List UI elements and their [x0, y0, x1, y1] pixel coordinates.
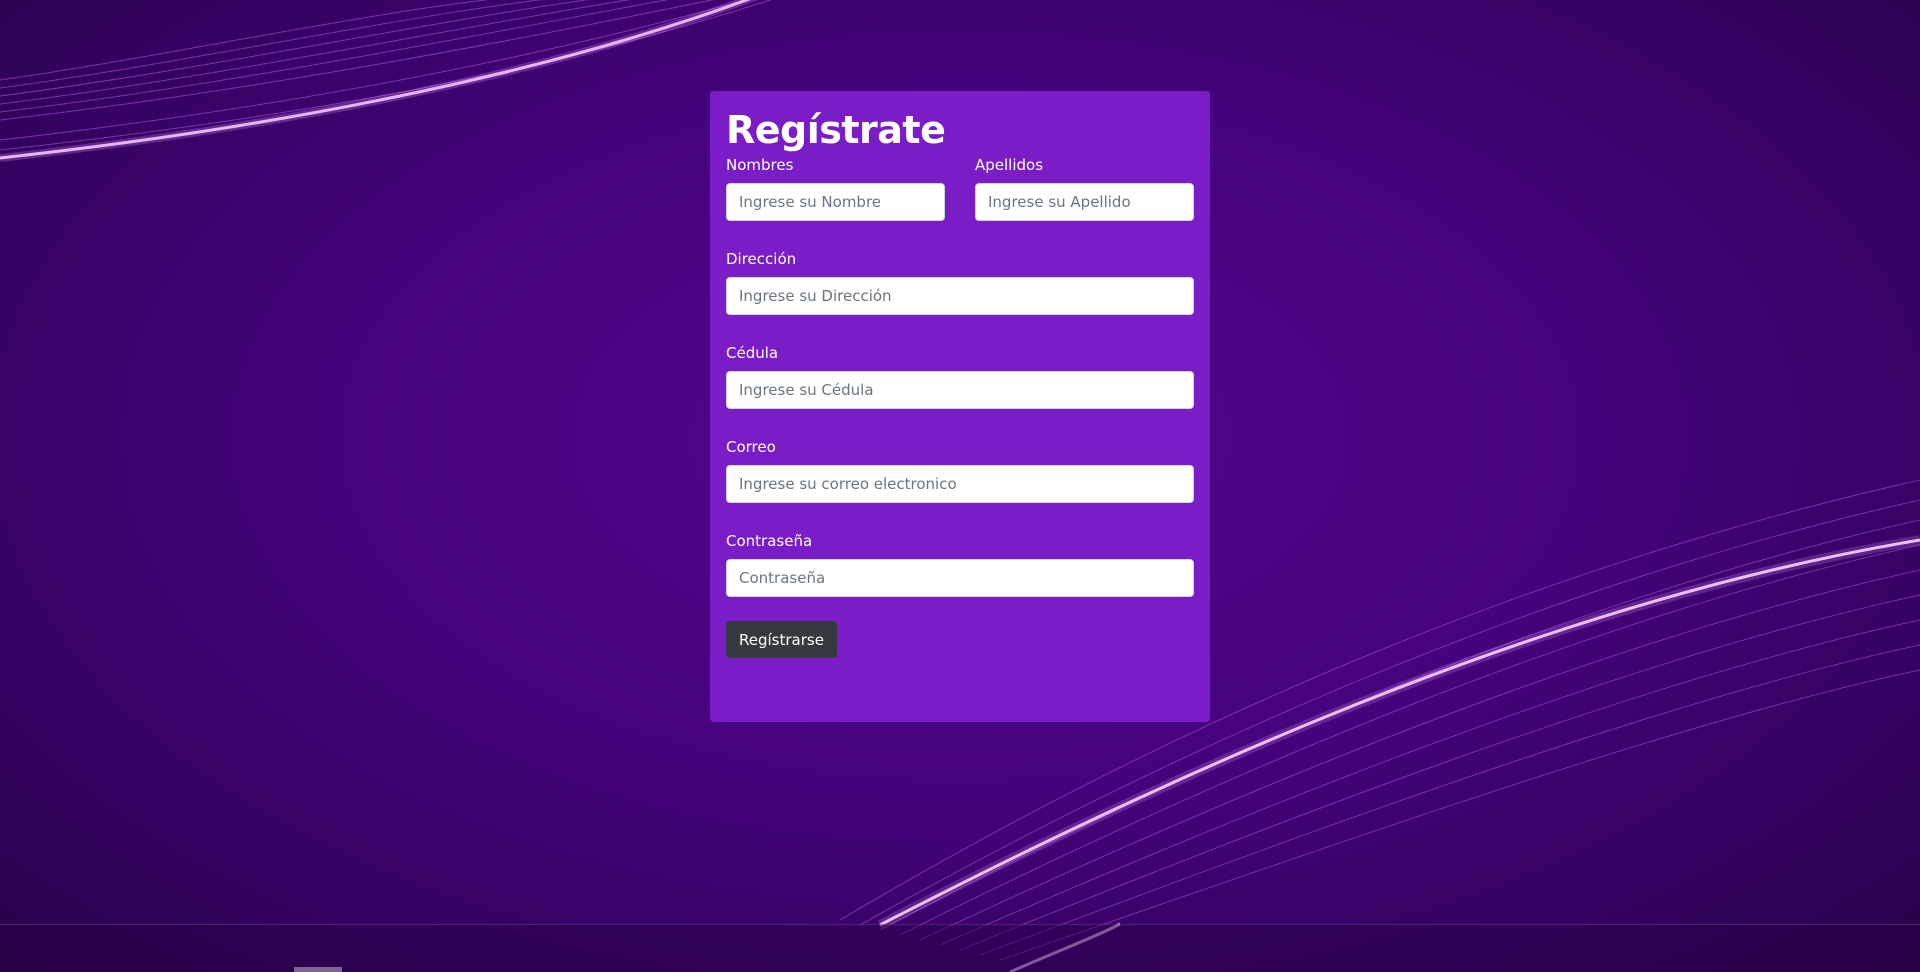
contrasena-group: Contraseña: [726, 531, 1194, 597]
horizontal-scrollbar-thumb[interactable]: [294, 967, 342, 972]
direccion-label: Dirección: [726, 250, 797, 268]
contrasena-label: Contraseña: [726, 532, 813, 550]
form-title: Regístrate: [726, 108, 946, 152]
apellidos-label: Apellidos: [975, 156, 1044, 174]
nombres-label: Nombres: [726, 156, 794, 174]
direccion-group: Dirección: [726, 249, 1194, 315]
cedula-input[interactable]: [726, 371, 1194, 409]
cedula-group: Cédula: [726, 343, 1194, 409]
registration-form: Regístrate Nombres Apellidos Dirección C…: [710, 91, 1210, 722]
nombres-group: Nombres: [726, 155, 945, 221]
correo-group: Correo: [726, 437, 1194, 503]
direccion-input[interactable]: [726, 277, 1194, 315]
apellidos-input[interactable]: [975, 183, 1194, 221]
apellidos-group: Apellidos: [975, 155, 1194, 221]
contrasena-input[interactable]: [726, 559, 1194, 597]
name-row: Nombres Apellidos: [726, 155, 1194, 221]
correo-input[interactable]: [726, 465, 1194, 503]
nombres-input[interactable]: [726, 183, 945, 221]
bottom-band: [0, 924, 1920, 972]
cedula-label: Cédula: [726, 344, 779, 362]
correo-label: Correo: [726, 438, 776, 456]
register-button[interactable]: Regístrarse: [726, 621, 837, 658]
